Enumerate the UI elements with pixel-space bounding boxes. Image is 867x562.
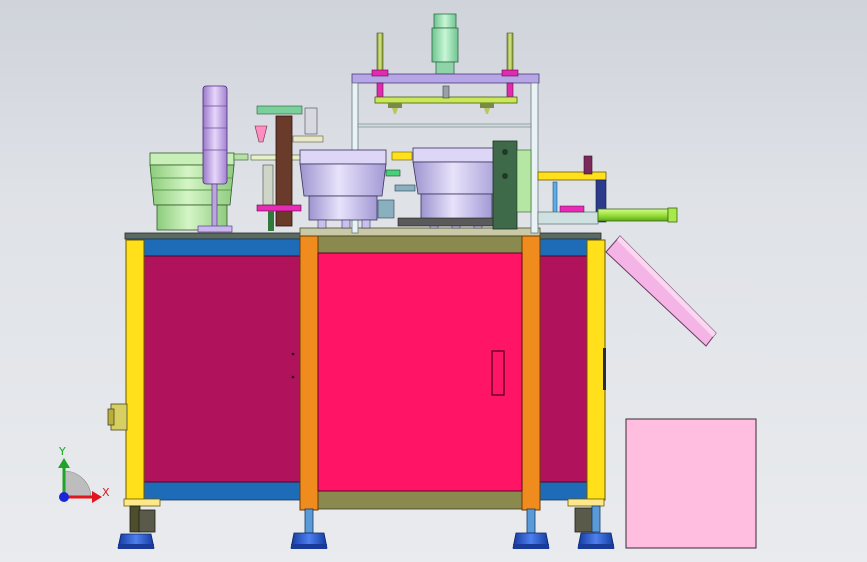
- x-axis-label: X: [102, 486, 110, 499]
- mounting-plate: [492, 140, 532, 230]
- leveling-feet: [117, 505, 615, 549]
- door-handle: [491, 350, 505, 396]
- y-axis-label: Y: [58, 445, 66, 458]
- cad-viewport[interactable]: Y X: [0, 0, 867, 562]
- machine-assembly-drawing: Y X: [58, 13, 757, 549]
- feed-track: [537, 155, 678, 225]
- left-feeder-bowl: [149, 152, 249, 231]
- output-chute: [605, 235, 717, 347]
- z-axis-dot: [59, 492, 69, 502]
- coordinate-triad: Y X: [58, 445, 110, 503]
- side-knob: [107, 403, 128, 431]
- front-frame: [299, 227, 541, 511]
- guard-box: [625, 418, 757, 549]
